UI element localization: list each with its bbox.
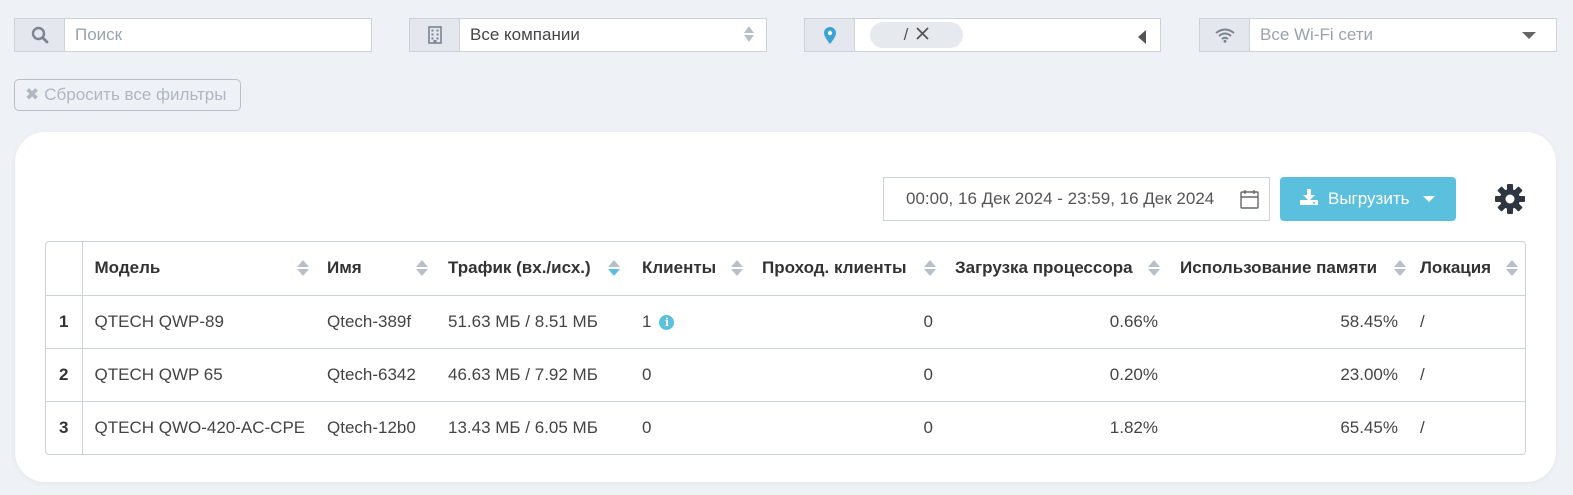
caret-left-icon[interactable] (1138, 30, 1146, 44)
search-filter: Поиск (14, 18, 372, 52)
cell-traffic: 13.43 МБ / 6.05 МБ (436, 400, 630, 454)
cell-model: QTECH QWO-420-AC-CPE (82, 400, 315, 454)
column-header-label: Проход. клиенты (762, 258, 907, 278)
date-range-value: 00:00, 16 Дек 2024 - 23:59, 16 Дек 2024 (906, 189, 1215, 208)
cell-location: / (1408, 347, 1525, 401)
sort-icon[interactable] (416, 260, 428, 276)
sort-icon[interactable] (296, 260, 309, 276)
sort-icon[interactable] (731, 260, 743, 276)
column-header-label: Клиенты (642, 258, 717, 278)
column-header-number (46, 242, 83, 296)
cell-name: Qtech-12b0 (315, 400, 436, 454)
cell-memory: 58.45% (1340, 311, 1398, 331)
devices-table: Модель Имя Трафик (вх./исх.) Клиенты Про… (45, 241, 1526, 455)
company-select-value: Все компании (470, 25, 580, 44)
cell-passing-clients: 0 (923, 311, 933, 331)
column-header-model[interactable]: Модель (82, 242, 315, 296)
cell-cpu: 1.82% (943, 400, 1168, 454)
cell-location: / (1420, 311, 1425, 331)
sort-icon[interactable] (608, 260, 620, 276)
location-tag-label: / (903, 25, 909, 44)
calendar-icon (1240, 189, 1259, 214)
search-icon (15, 19, 65, 51)
sort-icon[interactable] (1506, 260, 1518, 276)
column-header-label: Загрузка процессора (955, 258, 1133, 278)
select-arrows-icon (744, 26, 754, 42)
cell-memory: 23.00% (1168, 347, 1408, 401)
column-header-label: Имя (327, 258, 362, 278)
cell-model: QTECH QWP-89 (94, 311, 224, 331)
row-number: 2 (46, 347, 83, 401)
column-header-memory[interactable]: Использование памяти (1168, 242, 1408, 296)
search-input[interactable]: Поиск (65, 19, 371, 51)
cell-clients: 0 (630, 347, 750, 401)
location-tag[interactable]: / (870, 22, 963, 48)
reset-filters-label: Сбросить все фильтры (44, 85, 227, 104)
wifi-icon (1200, 19, 1250, 51)
cell-clients: 1i (630, 295, 750, 348)
column-header-location[interactable]: Локация (1408, 242, 1525, 296)
wifi-select-value: Все Wi-Fi сети (1260, 25, 1374, 44)
column-header-clients[interactable]: Клиенты (630, 242, 750, 296)
chevron-down-icon (1522, 32, 1536, 39)
search-placeholder: Поиск (75, 25, 123, 44)
cell-passing-clients: 0 (750, 347, 943, 401)
building-icon (410, 19, 460, 51)
cell-name: Qtech-389f (327, 311, 412, 331)
column-header-label: Трафик (вх./исх.) (448, 258, 591, 278)
export-button[interactable]: Выгрузить (1280, 177, 1456, 221)
gear-icon[interactable] (1494, 183, 1526, 220)
cell-name: Qtech-6342 (315, 347, 436, 401)
sort-icon[interactable] (1394, 260, 1406, 276)
cell-clients: 0 (630, 400, 750, 454)
column-header-cpu[interactable]: Загрузка процессора (943, 242, 1168, 296)
column-header-traffic[interactable]: Трафик (вх./исх.) (436, 242, 630, 296)
map-pin-icon (805, 19, 855, 51)
cell-cpu: 0.66% (1109, 311, 1158, 331)
column-header-passing-clients[interactable]: Проход. клиенты (750, 242, 943, 296)
table-header-row: Модель Имя Трафик (вх./исх.) Клиенты Про… (46, 242, 1525, 296)
row-number: 1 (46, 295, 83, 348)
clients-count: 1 (642, 311, 652, 331)
table-row[interactable]: 2 QTECH QWP 65 Qtech-6342 46.63 МБ / 7.9… (46, 347, 1525, 401)
column-header-name[interactable]: Имя (315, 242, 436, 296)
cell-memory: 65.45% (1168, 400, 1408, 454)
company-select[interactable]: Все компании (409, 18, 767, 52)
column-header-label: Локация (1420, 258, 1492, 278)
devices-card: 00:00, 16 Дек 2024 - 23:59, 16 Дек 2024 … (15, 132, 1556, 482)
cell-traffic: 51.63 МБ / 8.51 МБ (448, 311, 598, 331)
close-icon: ✖ (25, 85, 40, 104)
info-icon[interactable]: i (659, 314, 675, 330)
cell-cpu: 0.20% (943, 347, 1168, 401)
location-select[interactable]: / (804, 18, 1161, 52)
cell-traffic: 46.63 МБ / 7.92 МБ (436, 347, 630, 401)
cell-passing-clients: 0 (750, 400, 943, 454)
reset-filters-button[interactable]: ✖ Сбросить все фильтры (14, 79, 241, 111)
column-header-label: Модель (94, 258, 161, 278)
chevron-down-icon (1423, 196, 1436, 202)
table-row[interactable]: 1 QTECH QWP-89 Qtech-389f 51.63 МБ / 8.5… (46, 295, 1525, 348)
column-header-label: Использование памяти (1180, 258, 1378, 278)
table-row[interactable]: 3 QTECH QWO-420-AC-CPE Qtech-12b0 13.43 … (46, 400, 1525, 454)
export-label: Выгрузить (1328, 189, 1410, 208)
wifi-select[interactable]: Все Wi-Fi сети (1199, 18, 1557, 52)
date-range-picker[interactable]: 00:00, 16 Дек 2024 - 23:59, 16 Дек 2024 (883, 177, 1270, 221)
download-icon (1300, 188, 1318, 210)
sort-icon[interactable] (1148, 260, 1160, 276)
cell-model: QTECH QWP 65 (82, 347, 315, 401)
sort-icon[interactable] (924, 260, 936, 276)
close-icon[interactable] (916, 25, 929, 45)
row-number: 3 (46, 400, 83, 454)
cell-location: / (1408, 400, 1525, 454)
